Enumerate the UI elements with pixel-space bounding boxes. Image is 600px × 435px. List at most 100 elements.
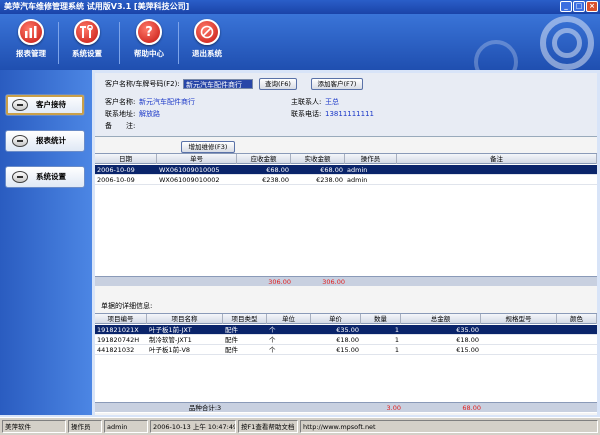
cell-item-code: 191820742H <box>97 336 140 344</box>
cell-item-type: 配件 <box>225 326 238 334</box>
status-url: http://www.mpsoft.net <box>300 420 598 433</box>
status-bar: 美萍软件 操作员 admin 2006-10-13 上午 10:47:49 按F… <box>0 417 600 435</box>
cell-date: 2006-10-09 <box>97 166 135 174</box>
search-label: 客户名称/车牌号码(F2): <box>105 80 180 88</box>
decorative-ring <box>552 28 582 58</box>
item-count: 品种合计:3 <box>188 404 222 412</box>
toggle-icon <box>12 135 28 147</box>
cell-item-code: 191821021X <box>97 326 139 334</box>
column-header[interactable]: 单号 <box>157 154 237 164</box>
cell-order-no: WX061009010002 <box>159 176 220 184</box>
title-bar: 美萍汽车维修管理系统 试用版V3.1 [美萍科技公司] _ □ × <box>0 0 600 14</box>
toolbar-reports-label: 报表管理 <box>16 49 46 58</box>
contact-label: 主联系人: <box>291 98 322 106</box>
customer-name-label: 客户名称: <box>105 98 136 106</box>
sum-qty: 3.00 <box>386 404 401 412</box>
column-header[interactable]: 项目编号 <box>95 314 147 324</box>
table-row[interactable]: 191820742H 制冷软管-JXT1 配件 个 €18.00 1 €18.0… <box>95 335 597 345</box>
details-header: 项目编号 项目名称 项目类型 单位 单价 数量 总金额 规格型号 颜色 <box>95 314 597 324</box>
table-row[interactable]: 191821021X 叶子板1前-JXT 配件 个 €35.00 1 €35.0… <box>95 325 597 335</box>
maximize-button[interactable]: □ <box>573 1 585 12</box>
cell-total: €15.00 <box>456 346 479 354</box>
cell-unit: 个 <box>269 326 276 334</box>
cell-price: €18.00 <box>336 336 359 344</box>
column-header[interactable]: 日期 <box>95 154 157 164</box>
toggle-icon <box>12 99 28 111</box>
sum-received: 306.00 <box>322 278 345 286</box>
sidebar-settings-button[interactable]: 系统设置 <box>5 166 85 188</box>
column-header[interactable]: 应收金额 <box>237 154 291 164</box>
sidebar-item-label: 系统设置 <box>36 172 66 181</box>
search-input[interactable]: 新元汽车配件商行 <box>183 79 253 89</box>
cell-qty: 1 <box>394 336 399 344</box>
bar-chart-icon <box>18 19 44 45</box>
cell-qty: 1 <box>394 346 399 354</box>
sidebar-customer-reception-button[interactable]: 客户接待 <box>5 94 85 116</box>
cell-unit: 个 <box>269 336 276 344</box>
toolbar-reports-button[interactable]: 报表管理 <box>6 14 56 70</box>
app-window: 美萍汽车维修管理系统 试用版V3.1 [美萍科技公司] _ □ × 报表管理 系… <box>0 0 600 435</box>
column-header[interactable]: 单价 <box>311 314 361 324</box>
column-header[interactable]: 操作员 <box>345 154 397 164</box>
column-header[interactable]: 备注 <box>397 154 597 164</box>
help-icon: ? <box>136 19 162 45</box>
toolbar-help-button[interactable]: ? 帮助中心 <box>124 14 174 70</box>
cell-received: €68.00 <box>320 166 343 174</box>
sum-receivable: 306.00 <box>268 278 291 286</box>
address-value: 解放路 <box>139 110 160 118</box>
add-repair-button[interactable]: 增加维修(F3) <box>181 141 235 153</box>
column-header[interactable]: 数量 <box>361 314 401 324</box>
column-header[interactable]: 规格型号 <box>481 314 557 324</box>
orders-summary: 306.00 306.00 <box>95 276 597 286</box>
window-title: 美萍汽车维修管理系统 试用版V3.1 [美萍科技公司] <box>4 2 190 11</box>
cell-qty: 1 <box>394 326 399 334</box>
cell-item-type: 配件 <box>225 336 238 344</box>
toolbar-exit-label: 退出系统 <box>192 49 222 58</box>
main-panel: 客户名称/车牌号码(F2): 新元汽车配件商行 查询(F6) 添加客户(F7) … <box>95 73 597 415</box>
cell-unit: 个 <box>269 346 276 354</box>
sidebar: 客户接待 报表统计 系统设置 <box>0 70 92 415</box>
cell-received: €238.00 <box>316 176 343 184</box>
cell-operator: admin <box>347 176 368 184</box>
table-row[interactable]: 441821032 叶子板1前-V8 配件 个 €15.00 1 €15.00 <box>95 345 597 355</box>
contact-value: 王总 <box>325 98 339 106</box>
add-customer-button[interactable]: 添加客户(F7) <box>311 78 363 90</box>
cell-total: €18.00 <box>456 336 479 344</box>
cell-order-no: WX061009010005 <box>159 166 220 174</box>
minimize-button[interactable]: _ <box>560 1 572 12</box>
detail-section-title: 单据的详细信息: <box>101 302 153 310</box>
cell-operator: admin <box>347 166 368 174</box>
toggle-icon <box>12 171 28 183</box>
column-header[interactable]: 项目类型 <box>223 314 267 324</box>
address-label: 联系地址: <box>105 110 136 118</box>
orders-header: 日期 单号 应收金额 实收金额 操作员 备注 <box>95 154 597 164</box>
cell-item-code: 441821032 <box>97 346 135 354</box>
exit-icon <box>194 19 220 45</box>
cell-total: €35.00 <box>456 326 479 334</box>
details-table: 项目编号 项目名称 项目类型 单位 单价 数量 总金额 规格型号 颜色 1918… <box>95 313 597 413</box>
query-button[interactable]: 查询(F6) <box>259 78 297 90</box>
column-header[interactable]: 总金额 <box>401 314 481 324</box>
sidebar-item-label: 报表统计 <box>36 136 66 145</box>
details-summary: 品种合计:3 3.00 68.00 <box>95 402 597 412</box>
cell-receivable: €68.00 <box>266 166 289 174</box>
toolbar-exit-button[interactable]: 退出系统 <box>182 14 232 70</box>
table-row[interactable]: 2006-10-09 WX061009010002 €238.00 €238.0… <box>95 175 597 185</box>
column-header[interactable]: 项目名称 <box>147 314 223 324</box>
status-hint: 按F1查看帮助文档 <box>238 420 298 433</box>
sidebar-reports-button[interactable]: 报表统计 <box>5 130 85 152</box>
sidebar-item-label: 客户接待 <box>36 100 66 109</box>
phone-value: 13811111111 <box>325 110 374 118</box>
column-header[interactable]: 实收金额 <box>291 154 345 164</box>
table-row[interactable]: 2006-10-09 WX061009010005 €68.00 €68.00 … <box>95 165 597 175</box>
column-header[interactable]: 颜色 <box>557 314 597 324</box>
cell-item-name: 叶子板1前-V8 <box>149 346 191 354</box>
sum-amount: 68.00 <box>462 404 481 412</box>
close-button[interactable]: × <box>586 1 598 12</box>
column-header[interactable]: 单位 <box>267 314 311 324</box>
cell-note <box>397 165 597 175</box>
cell-item-type: 配件 <box>225 346 238 354</box>
toolbar-settings-label: 系统设置 <box>72 49 102 58</box>
cell-note <box>397 175 597 185</box>
toolbar-settings-button[interactable]: 系统设置 <box>62 14 112 70</box>
